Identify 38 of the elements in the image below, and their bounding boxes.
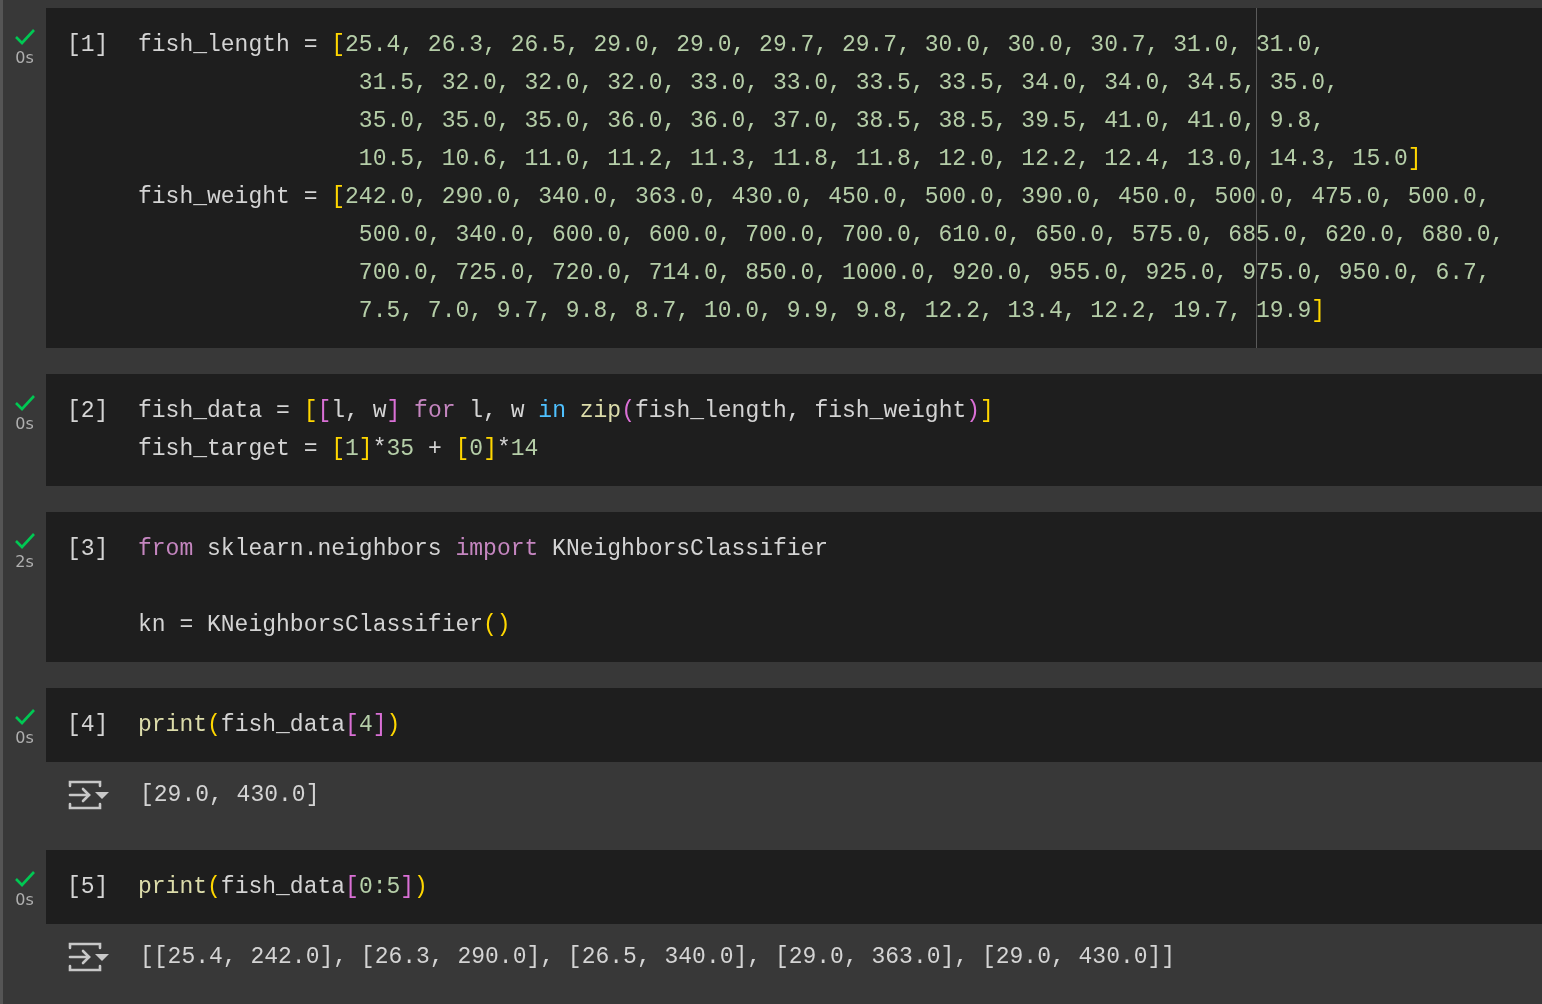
code-line: fish_length = [25.4, 26.3, 26.5, 29.0, 29.0, 29.7, 29.7, 30.0, 30.0, 30.7, 31.0, 31.0,	[138, 31, 1326, 60]
code-line: kn = KNeighborsClassifier()	[138, 611, 512, 640]
check-icon	[13, 394, 36, 412]
code-cell[interactable]: [2] fish_data = [[l, w] for l, w in zip(fish_length, fish_weight)] fish_target = [1]*35 + [0]*14	[46, 374, 1542, 486]
run-time: 0s	[15, 414, 34, 433]
execution-count: [2]	[66, 397, 110, 426]
run-time: 2s	[15, 552, 34, 571]
run-time: 0s	[15, 48, 34, 67]
run-time: 0s	[15, 728, 34, 747]
output-toggle-icon[interactable]	[67, 940, 111, 974]
check-icon	[13, 870, 36, 888]
code-line: print(fish_data[0:5])	[138, 873, 428, 902]
execution-count: [1]	[66, 31, 110, 60]
code-line: 35.0, 35.0, 35.0, 36.0, 36.0, 37.0, 38.5, 38.5, 39.5, 41.0, 41.0, 9.8,	[357, 107, 1326, 136]
code-line: fish_weight = [242.0, 290.0, 340.0, 363.0, 430.0, 450.0, 500.0, 390.0, 450.0, 500.0, 475.0, 500.0,	[138, 183, 1492, 212]
check-icon	[13, 28, 36, 46]
execution-count: [4]	[66, 711, 110, 740]
code-cell[interactable]: [3] from sklearn.neighbors import KNeighborsClassifier kn = KNeighborsClassifier()	[46, 512, 1542, 662]
code-cell[interactable]: [5] print(fish_data[0:5])	[46, 850, 1542, 924]
code-line: from sklearn.neighbors import KNeighborsClassifier	[138, 535, 829, 564]
code-line: 31.5, 32.0, 32.0, 32.0, 33.0, 33.0, 33.5, 33.5, 34.0, 34.0, 34.5, 35.0,	[357, 69, 1340, 98]
code-line: 7.5, 7.0, 9.7, 9.8, 8.7, 10.0, 9.9, 9.8, 12.2, 13.4, 12.2, 19.7, 19.9]	[357, 297, 1326, 326]
output-toggle-icon[interactable]	[67, 778, 111, 812]
code-line: 10.5, 10.6, 11.0, 11.2, 11.3, 11.8, 11.8, 12.0, 12.2, 12.4, 13.0, 14.3, 15.0]	[357, 145, 1423, 174]
code-cell[interactable]: [4] print(fish_data[4])	[46, 688, 1542, 762]
output-text: [[25.4, 242.0], [26.3, 290.0], [26.5, 340.0], [29.0, 363.0], [29.0, 430.0]]	[140, 944, 1176, 970]
output-text: [29.0, 430.0]	[140, 782, 320, 808]
code-line: print(fish_data[4])	[138, 711, 401, 740]
execution-count: [3]	[66, 535, 110, 564]
code-line: fish_target = [1]*35 + [0]*14	[138, 435, 540, 464]
run-time: 0s	[15, 890, 34, 909]
code-cell[interactable]	[46, 8, 1542, 348]
code-line: fish_data = [[l, w] for l, w in zip(fish_length, fish_weight)]	[138, 397, 994, 426]
check-icon	[13, 708, 36, 726]
code-line: 700.0, 725.0, 720.0, 714.0, 850.0, 1000.0, 920.0, 955.0, 925.0, 975.0, 950.0, 6.7,	[357, 259, 1492, 288]
code-line: 500.0, 340.0, 600.0, 600.0, 700.0, 700.0, 610.0, 650.0, 575.0, 685.0, 620.0, 680.0,	[357, 221, 1505, 250]
execution-count: [5]	[66, 873, 110, 902]
check-icon	[13, 532, 36, 550]
